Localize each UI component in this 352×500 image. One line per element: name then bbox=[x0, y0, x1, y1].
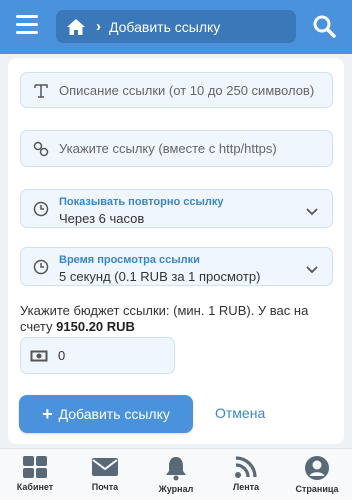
plus-icon: + bbox=[42, 404, 53, 424]
link-icon bbox=[33, 141, 49, 157]
home-icon[interactable] bbox=[66, 18, 86, 36]
budget-value: 0 bbox=[58, 348, 66, 363]
search-icon[interactable] bbox=[312, 14, 336, 38]
top-bar: › Добавить ссылку bbox=[0, 0, 352, 54]
nav-item-feed[interactable]: Лента bbox=[211, 455, 281, 492]
text-icon bbox=[33, 83, 49, 99]
nav-item-mail[interactable]: Почта bbox=[70, 455, 140, 492]
cancel-link[interactable]: Отмена bbox=[215, 405, 265, 421]
repeat-select[interactable]: Показывать повторно ссылку Через 6 часов bbox=[20, 189, 333, 228]
nav-label: Страница bbox=[295, 484, 339, 494]
nav-item-journal[interactable]: Журнал bbox=[141, 455, 211, 494]
user-icon bbox=[305, 456, 329, 480]
bottom-nav: Кабинет Почта Журнал Лента Страница bbox=[0, 448, 352, 500]
chevron-down-icon bbox=[306, 262, 318, 274]
cash-icon bbox=[30, 349, 48, 362]
envelope-icon bbox=[92, 458, 118, 476]
clock-icon bbox=[33, 259, 49, 275]
nav-item-cabinet[interactable]: Кабинет bbox=[0, 455, 70, 492]
nav-label: Журнал bbox=[158, 484, 194, 494]
clock-icon bbox=[33, 201, 49, 217]
repeat-value: Через 6 часов bbox=[59, 211, 145, 226]
add-link-button[interactable]: + Добавить ссылку bbox=[19, 395, 193, 433]
chevron-down-icon bbox=[306, 204, 318, 216]
nav-item-page[interactable]: Страница bbox=[282, 455, 352, 494]
nav-label: Почта bbox=[91, 482, 119, 492]
url-placeholder: Укажите ссылку (вместе с http/https) bbox=[59, 141, 277, 156]
nav-label: Лента bbox=[232, 482, 260, 492]
page-title: Добавить ссылку bbox=[109, 18, 221, 35]
description-input[interactable]: Описание ссылки (от 10 до 250 символов) bbox=[20, 72, 333, 108]
hamburger-menu-icon[interactable] bbox=[16, 15, 38, 35]
url-input[interactable]: Укажите ссылку (вместе с http/https) bbox=[20, 130, 333, 167]
description-placeholder: Описание ссылки (от 10 до 250 символов) bbox=[59, 82, 315, 98]
add-link-label: Добавить ссылку bbox=[58, 406, 170, 422]
balance-value: 9150.20 RUB bbox=[56, 319, 135, 334]
view-time-value: 5 секунд (0.1 RUB за 1 просмотр) bbox=[59, 269, 261, 284]
view-time-select[interactable]: Время просмотра ссылки 5 секунд (0.1 RUB… bbox=[20, 247, 333, 286]
view-time-label: Время просмотра ссылки bbox=[59, 254, 200, 266]
bell-icon bbox=[166, 457, 186, 481]
repeat-label: Показывать повторно ссылку bbox=[59, 196, 224, 208]
breadcrumb: › Добавить ссылку bbox=[56, 10, 296, 43]
budget-hint: Укажите бюджет ссылки: (мин. 1 RUB). У в… bbox=[20, 303, 335, 335]
grid-icon bbox=[23, 456, 47, 478]
chevron-right-icon: › bbox=[96, 18, 101, 35]
nav-label: Кабинет bbox=[16, 482, 54, 492]
rss-icon bbox=[235, 456, 257, 478]
budget-input[interactable]: 0 bbox=[20, 337, 175, 374]
